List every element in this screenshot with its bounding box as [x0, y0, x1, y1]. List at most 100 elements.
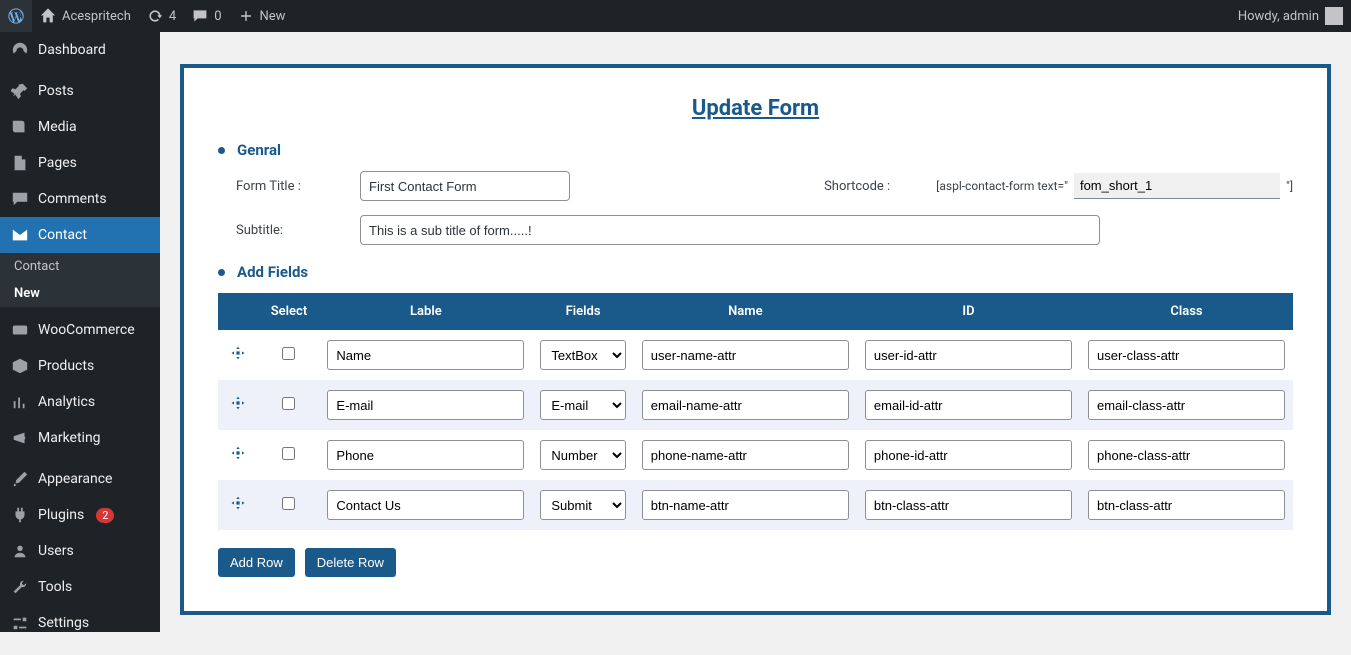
- shortcode-suffix: "]: [1286, 179, 1293, 193]
- row-field-select[interactable]: TextBox: [540, 340, 625, 370]
- row-name-input[interactable]: [642, 390, 849, 420]
- avatar: [1325, 7, 1343, 25]
- main-content: Update Form Genral Form Title : Shortcod…: [160, 64, 1351, 655]
- sliders-icon: [10, 613, 30, 632]
- wordpress-icon: [8, 8, 24, 24]
- row-field-select[interactable]: Submit: [540, 490, 625, 520]
- sidebar-item-comments[interactable]: Comments: [0, 181, 160, 217]
- table-row: Submit: [218, 480, 1293, 530]
- pin-icon: [10, 81, 30, 101]
- row-subtitle: Subtitle:: [218, 215, 1293, 245]
- row-id-input[interactable]: [865, 340, 1072, 370]
- row-class-input[interactable]: [1088, 440, 1285, 470]
- table-row: TextBox: [218, 330, 1293, 380]
- row-name-input[interactable]: [642, 340, 849, 370]
- page-title: Update Form: [218, 96, 1293, 121]
- user-icon: [10, 541, 30, 561]
- drag-handle-icon[interactable]: [230, 496, 246, 515]
- section-general: Genral: [218, 141, 1293, 159]
- comments-link[interactable]: 0: [184, 0, 229, 32]
- row-class-input[interactable]: [1088, 340, 1285, 370]
- row-lable-input[interactable]: [327, 340, 524, 370]
- row-name-input[interactable]: [642, 490, 849, 520]
- drag-handle-icon[interactable]: [230, 446, 246, 465]
- form-title-input[interactable]: [360, 171, 570, 201]
- site-name-text: Acespritech: [62, 9, 131, 24]
- media-icon: [10, 117, 30, 137]
- table-row: Number: [218, 430, 1293, 480]
- sidebar-item-posts[interactable]: Posts: [0, 73, 160, 109]
- dashboard-icon: [10, 40, 30, 60]
- sidebar-item-plugins[interactable]: Plugins2: [0, 497, 160, 533]
- subtitle-input[interactable]: [360, 215, 1100, 245]
- row-class-input[interactable]: [1088, 490, 1285, 520]
- sidebar-item-dashboard[interactable]: Dashboard: [0, 32, 160, 68]
- sidebar-item-woocommerce[interactable]: WooCommerce: [0, 312, 160, 348]
- sidebar-item-settings[interactable]: Settings: [0, 605, 160, 632]
- row-class-input[interactable]: [1088, 390, 1285, 420]
- row-lable-input[interactable]: [327, 490, 524, 520]
- row-lable-input[interactable]: [327, 390, 524, 420]
- th-fields: Fields: [532, 293, 633, 330]
- comments-icon: [10, 189, 30, 209]
- shortcode-input[interactable]: [1074, 173, 1280, 199]
- table-header-row: Select Lable Fields Name ID Class: [218, 293, 1293, 330]
- brush-icon: [10, 469, 30, 489]
- shortcode-label: Shortcode :: [824, 179, 890, 194]
- sidebar-item-media[interactable]: Media: [0, 109, 160, 145]
- sidebar-item-users[interactable]: Users: [0, 533, 160, 569]
- sidebar-item-products[interactable]: Products: [0, 348, 160, 384]
- row-field-select[interactable]: Number: [540, 440, 625, 470]
- comments-count: 0: [214, 9, 221, 24]
- sidebar-item-pages[interactable]: Pages: [0, 145, 160, 181]
- sidebar-subitem-contact[interactable]: Contact: [0, 253, 160, 280]
- updates-count: 4: [169, 9, 176, 24]
- site-name-link[interactable]: Acespritech: [32, 0, 139, 32]
- wp-logo[interactable]: [0, 0, 32, 32]
- comment-icon: [192, 8, 208, 24]
- new-text: New: [260, 9, 286, 24]
- topbar-right: Howdy, admin: [1230, 0, 1351, 32]
- row-select-checkbox[interactable]: [282, 497, 295, 510]
- sidebar-submenu-contact: Contact New: [0, 253, 160, 307]
- new-link[interactable]: New: [230, 0, 294, 32]
- add-row-button[interactable]: Add Row: [218, 548, 295, 577]
- admin-sidebar: Dashboard Posts Media Pages Comments Con…: [0, 32, 160, 632]
- row-select-checkbox[interactable]: [282, 397, 295, 410]
- plus-icon: [238, 8, 254, 24]
- th-class: Class: [1080, 293, 1293, 330]
- analytics-icon: [10, 392, 30, 412]
- row-select-checkbox[interactable]: [282, 447, 295, 460]
- row-id-input[interactable]: [865, 390, 1072, 420]
- sidebar-subitem-new[interactable]: New: [0, 280, 160, 307]
- pages-icon: [10, 153, 30, 173]
- wrench-icon: [10, 577, 30, 597]
- row-field-select[interactable]: E-mail: [540, 390, 625, 420]
- sidebar-item-appearance[interactable]: Appearance: [0, 461, 160, 497]
- sidebar-item-marketing[interactable]: Marketing: [0, 420, 160, 456]
- woo-icon: [10, 320, 30, 340]
- row-id-input[interactable]: [865, 490, 1072, 520]
- table-row: E-mail: [218, 380, 1293, 430]
- bullet-icon: [218, 269, 225, 276]
- form-title-label: Form Title :: [236, 179, 316, 194]
- topbar-left: Acespritech 4 0 New: [0, 0, 293, 32]
- row-id-input[interactable]: [865, 440, 1072, 470]
- howdy-link[interactable]: Howdy, admin: [1230, 0, 1351, 32]
- row-name-input[interactable]: [642, 440, 849, 470]
- sidebar-item-analytics[interactable]: Analytics: [0, 384, 160, 420]
- updates-link[interactable]: 4: [139, 0, 184, 32]
- delete-row-button[interactable]: Delete Row: [305, 548, 396, 577]
- plug-icon: [10, 505, 30, 525]
- row-select-checkbox[interactable]: [282, 347, 295, 360]
- sidebar-item-contact[interactable]: Contact: [0, 217, 160, 253]
- th-lable: Lable: [319, 293, 532, 330]
- drag-handle-icon[interactable]: [230, 396, 246, 415]
- shortcode-group: Shortcode : [aspl-contact-form text=" "]: [824, 173, 1293, 199]
- form-panel: Update Form Genral Form Title : Shortcod…: [180, 64, 1331, 615]
- row-lable-input[interactable]: [327, 440, 524, 470]
- admin-topbar: Acespritech 4 0 New Howdy, admin: [0, 0, 1351, 32]
- bullet-icon: [218, 147, 225, 154]
- sidebar-item-tools[interactable]: Tools: [0, 569, 160, 605]
- drag-handle-icon[interactable]: [230, 346, 246, 365]
